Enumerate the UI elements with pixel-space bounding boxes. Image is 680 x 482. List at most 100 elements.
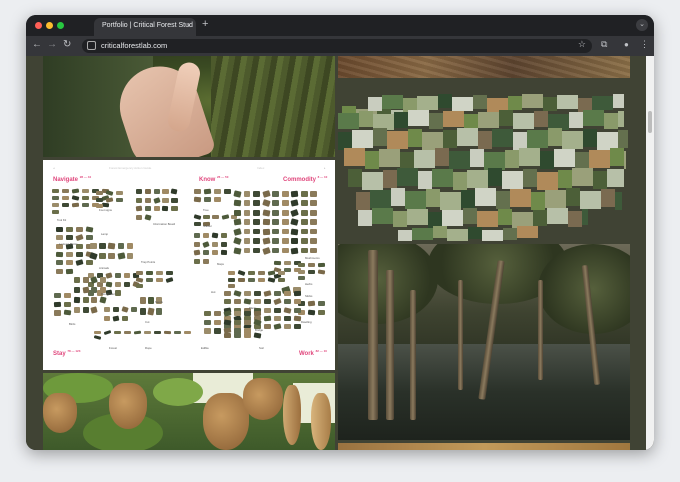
doc-object-thumbnail [248, 277, 256, 282]
collage-photo-tile [417, 96, 438, 110]
doc-object-thumbnail [223, 319, 232, 326]
maximize-window-button[interactable] [57, 22, 64, 29]
doc-object-thumbnail [243, 247, 251, 254]
portfolio-image-woven-nests[interactable] [43, 373, 335, 450]
doc-object-thumbnail [145, 270, 154, 276]
new-tab-button[interactable]: + [202, 18, 208, 30]
collage-photo-tile [433, 226, 447, 238]
collage-photo-tile [442, 210, 463, 226]
collage-photo-tile [414, 150, 435, 168]
profile-icon[interactable]: ● [624, 40, 629, 49]
doc-object-thumbnail [310, 200, 318, 207]
doc-object-thumbnail [272, 219, 280, 225]
close-icon[interactable]: × [186, 21, 191, 30]
collage-photo-tile [572, 168, 593, 186]
reload-button[interactable]: ↻ [63, 39, 71, 50]
collage-photo-tile [503, 228, 517, 240]
collage-photo-tile [372, 208, 393, 224]
menu-icon[interactable]: ⋮ [640, 39, 649, 50]
collage-photo-tile [499, 110, 513, 126]
section-navigate: Navigate 28 — 44 [53, 175, 92, 183]
minimize-window-button[interactable] [46, 22, 53, 29]
collage-photo-tile [566, 188, 580, 206]
doc-object-thumbnail [262, 237, 271, 245]
doc-object-thumbnail [194, 222, 201, 227]
chevron-down-icon[interactable]: ⌄ [636, 19, 648, 31]
doc-object-thumbnail [105, 281, 113, 288]
doc-object-thumbnail [144, 331, 152, 334]
doc-object-thumbnail [75, 234, 84, 242]
doc-object-thumbnail [53, 301, 62, 308]
doc-object-thumbnail [66, 235, 74, 241]
collage-photo-tile [569, 112, 583, 128]
doc-object-thumbnail [82, 277, 89, 283]
collage-photo-tile [545, 190, 566, 208]
doc-object-thumbnail [203, 215, 210, 220]
collage-photo-tile [344, 148, 365, 166]
page-scrollbar[interactable] [646, 56, 654, 450]
doc-label: Plant [249, 306, 256, 310]
doc-object-thumbnail [99, 243, 106, 249]
collage-photo-tile [498, 209, 512, 225]
doc-object-thumbnail [194, 189, 202, 194]
portfolio-image-photo-collage[interactable] [338, 86, 630, 241]
collage-photo-tile [527, 130, 548, 148]
address-bar[interactable]: criticalforestlab.com ☆ [82, 39, 592, 53]
doc-object-thumbnail [290, 199, 299, 207]
doc-object-thumbnail [310, 238, 318, 244]
doc-object-thumbnail [82, 307, 89, 313]
collage-photo-tile [418, 171, 432, 189]
doc-label: Soil [259, 346, 264, 350]
collage-photo-tile [393, 211, 407, 227]
forward-button[interactable]: → [47, 39, 57, 50]
collage-photo-tile [407, 209, 428, 225]
doc-object-thumbnail [261, 246, 271, 255]
portfolio-image-red-soil[interactable] [338, 56, 630, 78]
doc-object-thumbnail [233, 200, 242, 207]
doc-object-thumbnail [76, 252, 84, 257]
collage-photo-tile [583, 129, 597, 147]
doc-label: Lookout Points [59, 242, 78, 246]
portfolio-image-autumn-strip[interactable] [338, 443, 630, 450]
tab-portfolio[interactable]: Portfolio | Critical Forest Stud × [94, 18, 196, 36]
doc-object-thumbnail [184, 331, 192, 334]
url-text[interactable]: criticalforestlab.com [101, 41, 167, 50]
collage-photo-tile [453, 172, 467, 190]
doc-object-thumbnail [194, 258, 201, 264]
doc-object-thumbnail [162, 205, 169, 212]
doc-object-thumbnail [272, 228, 280, 235]
doc-object-thumbnail [310, 209, 318, 216]
doc-object-thumbnail [243, 228, 251, 235]
doc-object-thumbnail [264, 324, 272, 330]
doc-header-left: Forest Emergency Action Guide [109, 166, 152, 170]
collage-photo-tile [593, 171, 607, 189]
back-button[interactable]: ← [32, 39, 42, 50]
doc-object-thumbnail [96, 191, 104, 195]
collage-photo-tile [394, 112, 408, 128]
bookmark-star-icon[interactable]: ☆ [578, 39, 586, 50]
portfolio-image-flooded-forest[interactable] [338, 244, 630, 440]
doc-object-thumbnail [272, 200, 280, 207]
doc-object-thumbnail [112, 315, 120, 322]
doc-object-thumbnail [94, 331, 102, 334]
doc-object-thumbnail [298, 269, 306, 274]
portfolio-image-guide-spread[interactable]: ◂ Forest Emergency Action Guide Index ▸ … [43, 160, 335, 370]
collage-photo-tile [397, 168, 418, 186]
doc-object-thumbnail [211, 232, 219, 239]
doc-object-thumbnail [264, 299, 272, 305]
collage-photo-tile [387, 131, 408, 149]
doc-object-thumbnail [74, 287, 81, 293]
collage-photo-tile [398, 230, 412, 241]
doc-object-thumbnail [244, 291, 252, 296]
site-info-icon[interactable] [87, 41, 96, 50]
doc-object-thumbnail [300, 219, 308, 225]
extensions-icon[interactable]: ⧉ [601, 39, 607, 50]
scrollbar-thumb[interactable] [648, 111, 652, 133]
portfolio-image-hand-moss[interactable] [43, 56, 335, 157]
collage-photo-tile [533, 210, 547, 226]
collage-photo-tile [554, 149, 575, 167]
close-window-button[interactable] [35, 22, 42, 29]
collage-photo-tile [522, 94, 543, 108]
doc-object-thumbnail [310, 191, 318, 197]
doc-object-thumbnail [116, 197, 124, 202]
